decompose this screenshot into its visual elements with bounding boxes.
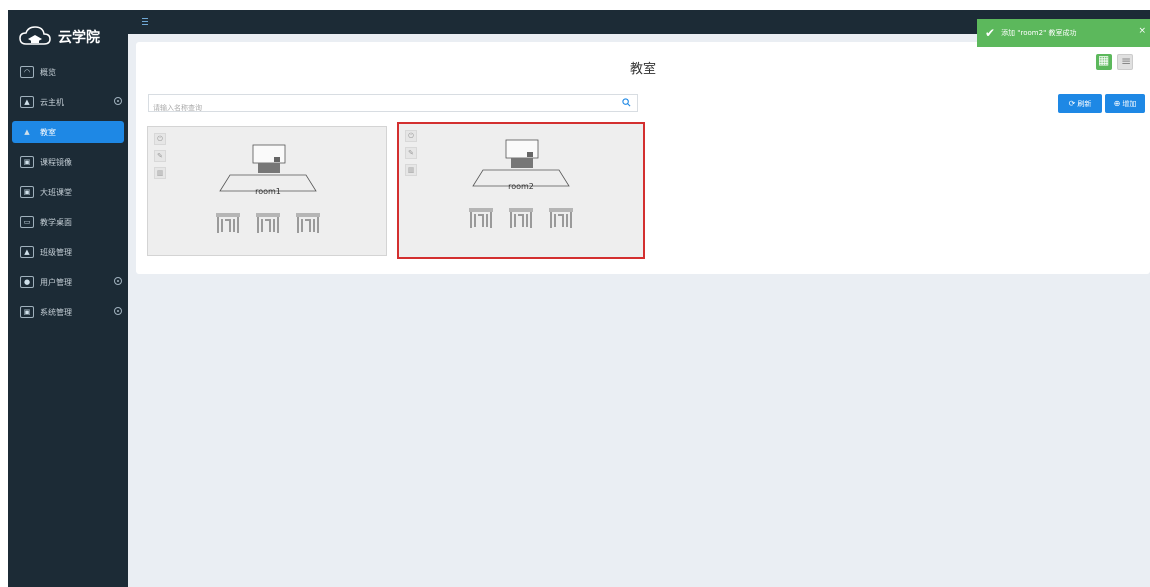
image-icon: ▣ [20,156,34,168]
sidebar-nav: ◠ 概览 ▲ 云主机 ▲ 教室 ▣ 课程镜像 ▣ 大班课堂 ▭ 教学桌面 ▲ 班级管理 ● 用户管理 ▣ 系统管理 [8,61,128,331]
sidebar-item-label: 教室 [40,127,56,137]
lecture-icon: ▣ [20,186,34,198]
room-name: room1 [255,187,281,196]
desktop-icon: ▭ [20,216,34,228]
classroom-panel: 教室 ⟳ 刷新 ⊕ 增加 ⏻ ✎ ▥ [136,42,1150,274]
room-card[interactable]: ⏻ ✎ ▥ room1 [147,126,387,256]
sidebar-item[interactable]: ▣ 课程镜像 [8,151,128,173]
close-icon[interactable]: × [1138,26,1146,36]
room-card-selected[interactable]: ⏻ ✎ ▥ room2 [397,122,645,259]
sidebar-item-label: 大班课堂 [40,187,72,197]
sidebar-item-label: 课程镜像 [40,157,72,167]
dashboard-icon: ◠ [20,66,34,78]
sidebar-item[interactable]: ▣ 大班课堂 [8,181,128,203]
sidebar-item[interactable]: ▲ 教室 [12,121,124,143]
app-logo[interactable]: 云学院 [18,24,100,50]
user-management-icon: ● [20,276,34,288]
sidebar-item-label: 云主机 [40,97,64,107]
expand-icon[interactable] [114,277,122,285]
sidebar-item-label: 班级管理 [40,247,72,257]
refresh-label: 刷新 [1077,99,1092,108]
app-name: 云学院 [58,30,100,46]
sidebar-item-label: 系统管理 [40,307,72,317]
edit-icon[interactable]: ✎ [405,147,417,159]
expand-icon[interactable] [114,97,122,105]
add-button[interactable]: ⊕ 增加 [1105,94,1145,113]
refresh-button[interactable]: ⟳ 刷新 [1058,94,1102,113]
room-actions: ⏻ ✎ ▥ [154,133,168,184]
add-label: 增加 [1122,99,1137,108]
room-actions: ⏻ ✎ ▥ [405,130,419,181]
search-icon[interactable] [622,98,631,107]
room-name: room2 [508,182,534,191]
delete-icon[interactable]: ▥ [154,167,166,179]
sidebar-item[interactable]: ▭ 教学桌面 [8,211,128,233]
menu-toggle-icon[interactable] [142,18,148,25]
classroom-icon: ▲ [24,128,30,136]
system-icon: ▣ [20,306,34,318]
delete-icon[interactable]: ▥ [405,164,417,176]
sidebar: 云学院 ◠ 概览 ▲ 云主机 ▲ 教室 ▣ 课程镜像 ▣ 大班课堂 ▭ 教学桌面 ▲ 班级管理 ● 用户管理 ▣… [8,10,128,587]
list-view-icon[interactable] [1117,54,1133,70]
sidebar-item[interactable]: ◠ 概览 [8,61,128,83]
add-icon: ⊕ [1113,99,1121,108]
user-icon: ▲ [20,96,34,108]
sidebar-item[interactable]: ▣ 系统管理 [8,301,128,323]
search-box [148,94,638,116]
sidebar-item[interactable]: ● 用户管理 [8,271,128,293]
grid-view-icon[interactable] [1096,53,1112,70]
search-input[interactable] [149,100,613,116]
toast-message: 添加 "room2" 教室成功 [1001,29,1077,37]
sidebar-item[interactable]: ▲ 班级管理 [8,241,128,263]
refresh-icon: ⟳ [1068,99,1076,108]
cloud-logo-icon [19,26,51,45]
sidebar-item-label: 教学桌面 [40,217,72,227]
check-icon: ✔ [985,26,996,40]
edit-icon[interactable]: ✎ [154,150,166,162]
expand-icon[interactable] [114,307,122,315]
success-toast: ✔ 添加 "room2" 教室成功 × [977,19,1150,47]
power-icon[interactable]: ⏻ [405,130,417,142]
page-title: 教室 [629,62,656,77]
sidebar-item-label: 用户管理 [40,277,72,287]
class-management-icon: ▲ [20,246,34,258]
power-icon[interactable]: ⏻ [154,133,166,145]
sidebar-item-label: 概览 [40,67,56,77]
sidebar-item[interactable]: ▲ 云主机 [8,91,128,113]
